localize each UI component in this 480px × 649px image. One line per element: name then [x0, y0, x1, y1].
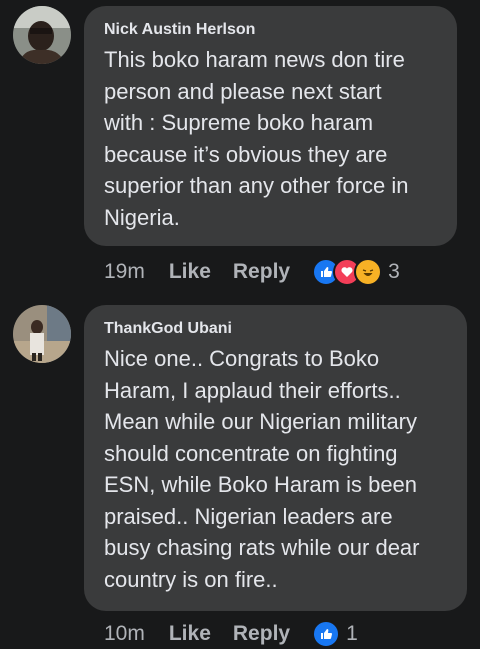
- comment-actions: 10m Like Reply 1: [104, 620, 358, 648]
- avatar[interactable]: [13, 6, 71, 64]
- comment-text: Nice one.. Congrats to Boko Haram, I app…: [104, 346, 420, 592]
- comment-author[interactable]: ThankGod Ubani: [104, 319, 451, 339]
- avatar-photo-icon: [13, 6, 71, 64]
- avatar[interactable]: [13, 305, 71, 363]
- like-button[interactable]: Like: [169, 622, 211, 646]
- reply-button[interactable]: Reply: [233, 622, 290, 646]
- comment-bubble: Nick Austin Herlson This boko haram news…: [84, 6, 457, 246]
- comment-actions: 19m Like Reply 3: [104, 258, 400, 286]
- comment-bubble: ThankGod Ubani Nice one.. Congrats to Bo…: [84, 305, 467, 611]
- comment-timestamp[interactable]: 19m: [104, 260, 145, 284]
- reactions-summary[interactable]: 3: [312, 258, 400, 286]
- avatar-photo-icon: [13, 305, 71, 363]
- like-button[interactable]: Like: [169, 260, 211, 284]
- haha-reaction-icon: [354, 258, 383, 286]
- comment-author[interactable]: Nick Austin Herlson: [104, 20, 441, 40]
- comment-timestamp[interactable]: 10m: [104, 622, 145, 646]
- comment-text: This boko haram news don tire person and…: [104, 47, 409, 230]
- reaction-count: 1: [346, 622, 358, 645]
- reply-button[interactable]: Reply: [233, 260, 290, 284]
- reaction-count: 3: [388, 260, 400, 283]
- like-reaction-icon: [312, 620, 341, 648]
- reactions-summary[interactable]: 1: [312, 620, 358, 648]
